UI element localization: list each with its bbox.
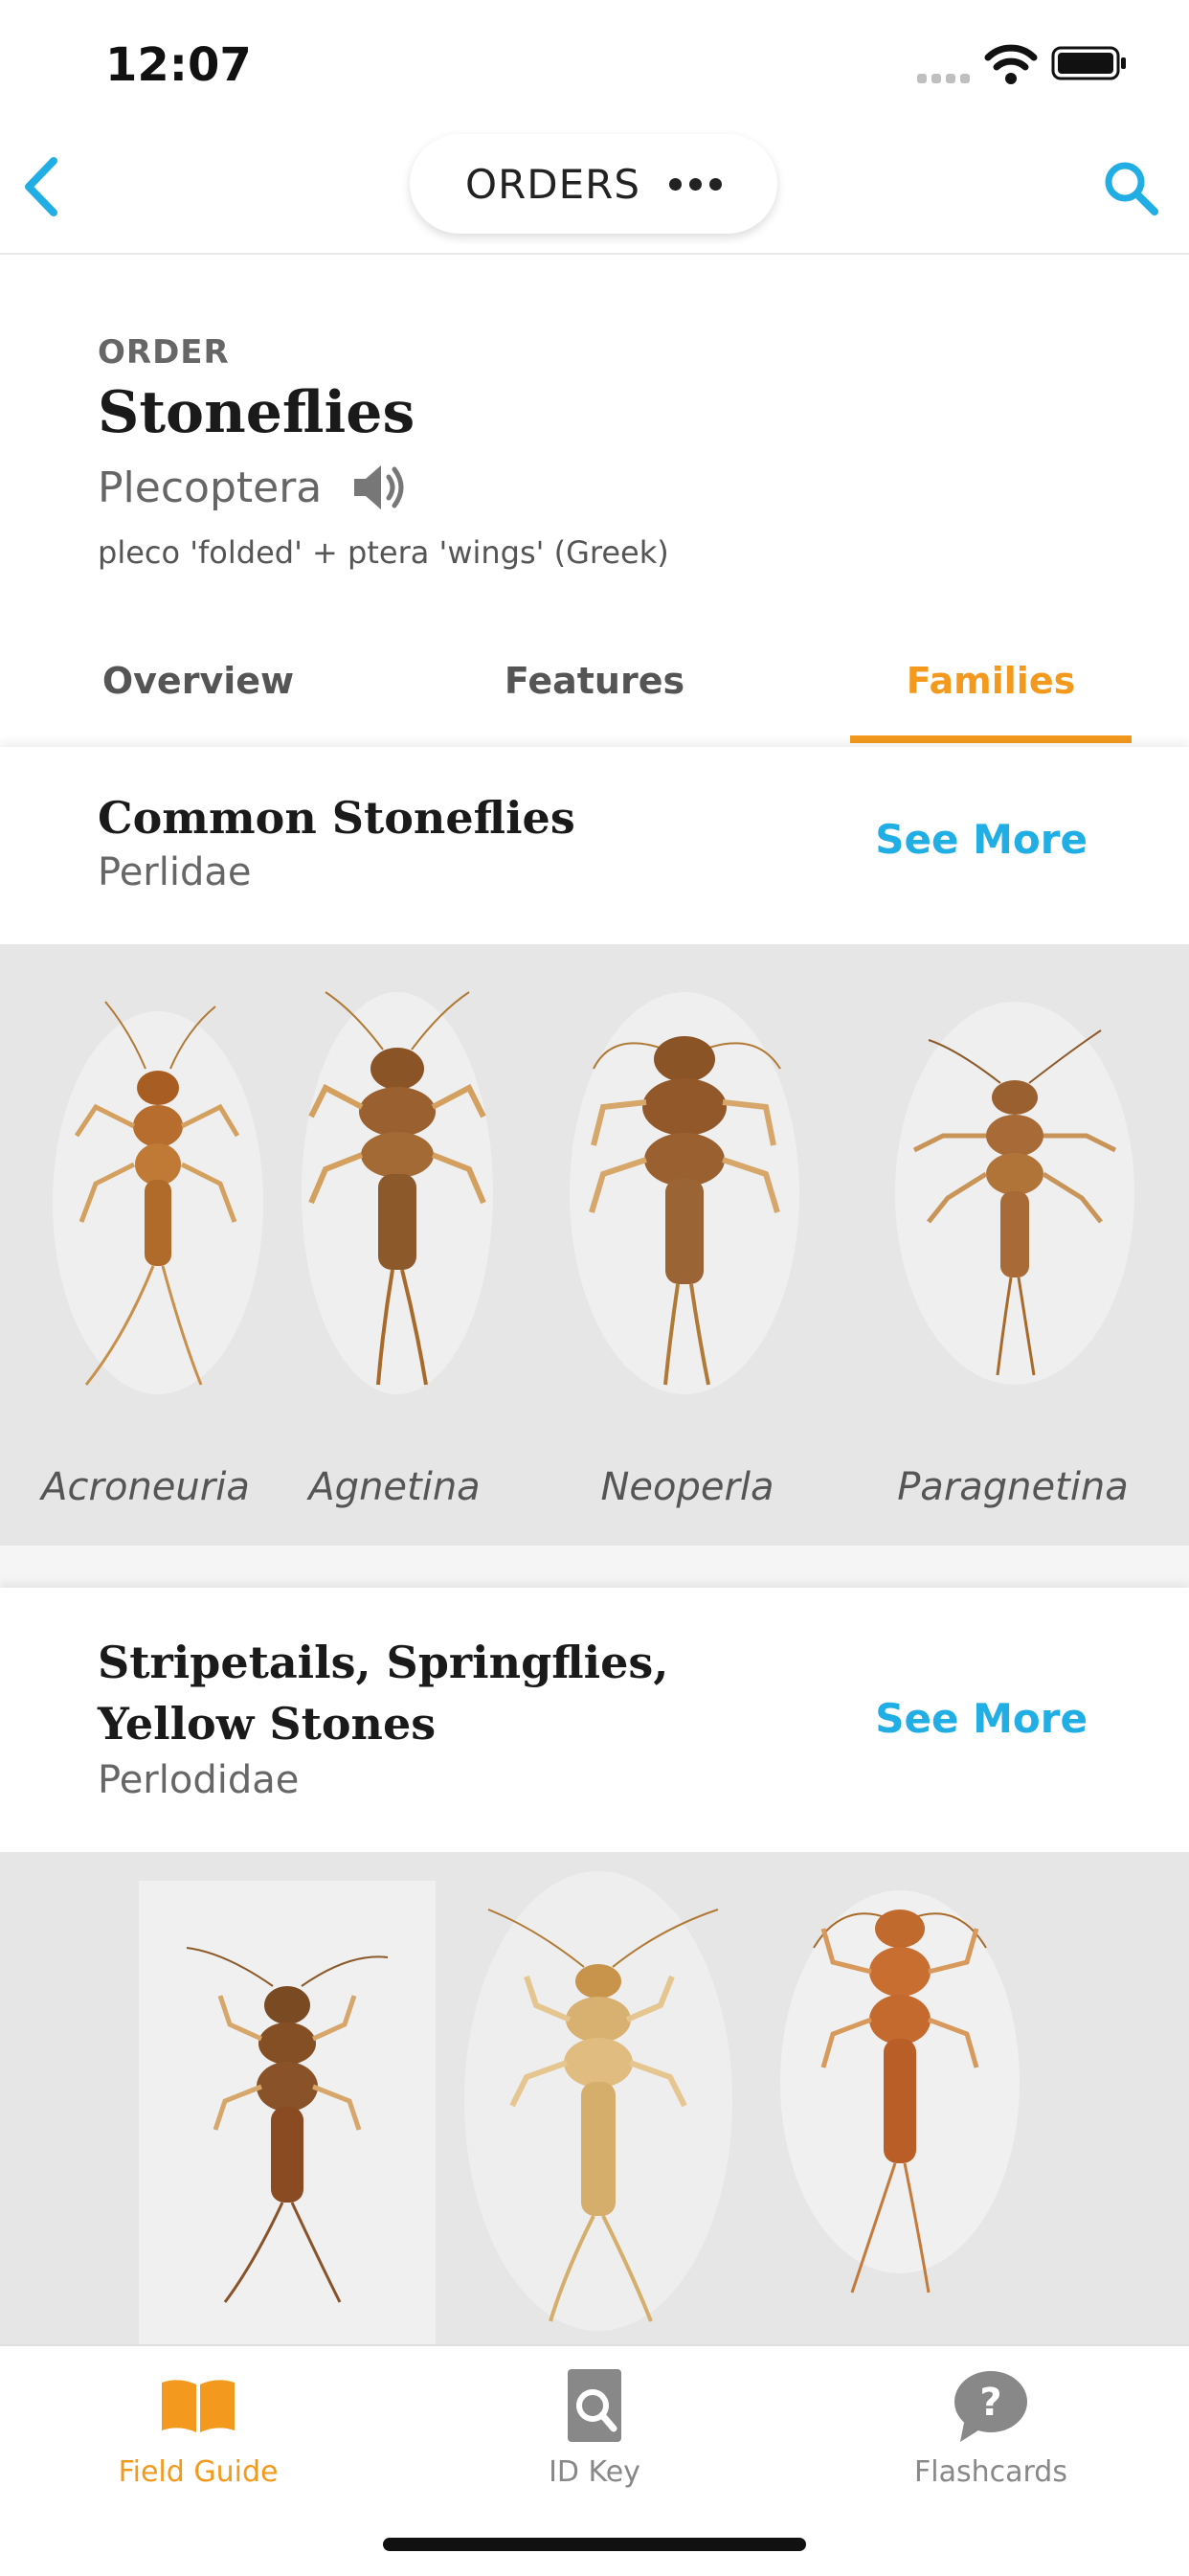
svg-text:?: ? xyxy=(979,2381,1001,2425)
speaker-icon[interactable] xyxy=(348,458,408,517)
signal-icon xyxy=(917,69,975,83)
specimen-image[interactable] xyxy=(775,1871,1024,2344)
tabbar-label: Field Guide xyxy=(118,2455,279,2489)
family-title: Stripetails, Springflies, Yellow Stones xyxy=(98,1637,669,1750)
home-indicator[interactable] xyxy=(383,2538,806,2551)
tabbar-field-guide[interactable]: Field Guide xyxy=(0,2365,396,2519)
genus-label: Agnetina xyxy=(308,1465,481,1509)
specimen-image[interactable] xyxy=(139,1881,436,2344)
order-common-name: Stoneflies xyxy=(98,379,415,446)
question-bubble-icon: ? xyxy=(954,2371,1027,2442)
search-icon[interactable] xyxy=(1101,158,1160,217)
nav-bar: ORDERS xyxy=(0,124,1189,255)
family-card-perlidae[interactable]: Common Stoneflies Perlidae See More xyxy=(0,747,1189,944)
section-tabs: Overview Features Families xyxy=(0,619,1189,747)
see-more-button[interactable]: See More xyxy=(875,816,1088,863)
specimen-image[interactable] xyxy=(890,992,1139,1404)
tabbar-label: Flashcards xyxy=(914,2455,1067,2489)
orders-selector-button[interactable]: ORDERS xyxy=(410,134,777,234)
section-spacer xyxy=(0,1546,1189,1588)
genus-label: Neoperla xyxy=(600,1465,774,1509)
tab-families[interactable]: Families xyxy=(793,619,1189,743)
order-header: ORDER Stoneflies Plecoptera pleco 'folde… xyxy=(0,255,1189,747)
family-title: Common Stoneflies xyxy=(98,792,575,844)
genus-label: Paragnetina xyxy=(897,1465,1129,1509)
specimen-image[interactable] xyxy=(460,1871,737,2344)
orders-title: ORDERS xyxy=(465,160,640,208)
etymology: pleco 'folded' + ptera 'wings' (Greek) xyxy=(98,534,669,571)
family-latin: Perlidae xyxy=(98,850,252,894)
tabbar-id-key[interactable]: ID Key xyxy=(396,2365,793,2519)
status-time: 12:07 xyxy=(105,38,252,92)
family-card-perlodidae[interactable]: Stripetails, Springflies, Yellow Stones … xyxy=(0,1588,1189,1852)
latin-row: Plecoptera xyxy=(98,458,408,517)
order-latin-name: Plecoptera xyxy=(98,463,323,512)
specimen-image[interactable] xyxy=(565,983,804,1404)
order-tag: ORDER xyxy=(98,333,230,372)
family-latin: Perlodidae xyxy=(98,1758,300,1802)
tab-overview[interactable]: Overview xyxy=(0,619,396,743)
family-gallery-perlodidae xyxy=(0,1852,1189,2344)
back-icon[interactable] xyxy=(17,153,65,220)
tab-features[interactable]: Features xyxy=(396,619,793,743)
id-key-icon xyxy=(568,2369,621,2442)
status-bar: 12:07 xyxy=(0,0,1189,124)
tab-indicator xyxy=(850,735,1132,743)
tabbar-flashcards[interactable]: ? Flashcards xyxy=(793,2365,1189,2519)
genus-label: Acroneuria xyxy=(41,1465,250,1509)
wifi-icon xyxy=(984,44,1038,84)
tabbar-label: ID Key xyxy=(549,2455,640,2489)
see-more-button[interactable]: See More xyxy=(875,1695,1088,1742)
specimen-image[interactable] xyxy=(38,992,278,1404)
battery-icon xyxy=(1051,46,1126,80)
specimen-image[interactable] xyxy=(297,983,498,1404)
family-gallery-perlidae: Acroneuria Agnetina Neoperla Paragnetina xyxy=(0,944,1189,1546)
book-icon xyxy=(162,2380,235,2432)
more-dots-icon xyxy=(668,177,722,191)
